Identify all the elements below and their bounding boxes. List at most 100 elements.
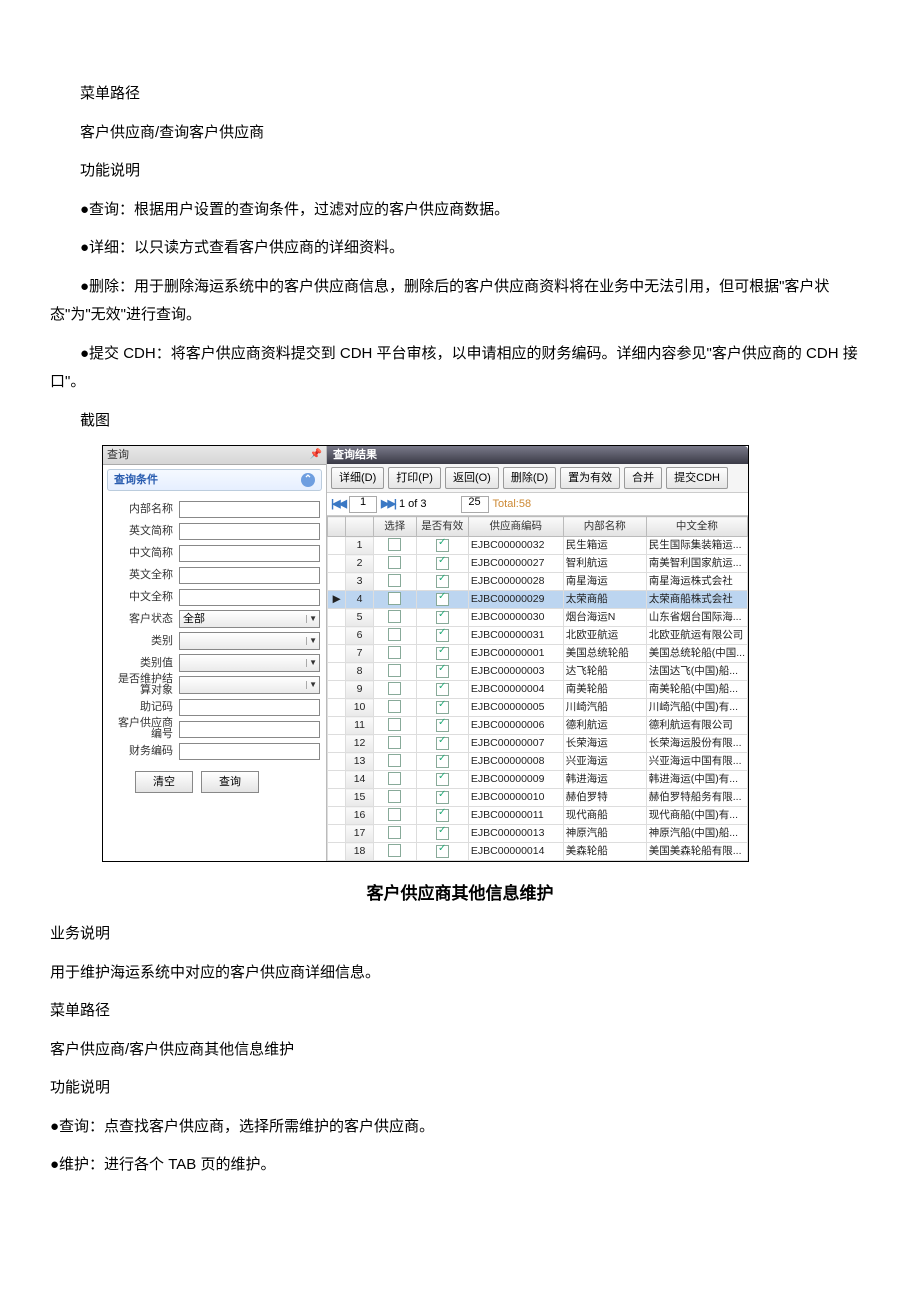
col-code: 供应商编码 xyxy=(468,517,563,537)
row-check[interactable] xyxy=(388,574,401,587)
row-valid-check[interactable] xyxy=(436,665,449,678)
table-row[interactable]: 2EJBC00000027智利航运南美智利国家航运... xyxy=(328,555,748,573)
page-size-input[interactable]: 25 xyxy=(461,496,489,513)
en-full-input[interactable] xyxy=(179,567,320,584)
row-check[interactable] xyxy=(388,718,401,731)
row-valid-check[interactable] xyxy=(436,539,449,552)
page-input[interactable]: 1 xyxy=(349,496,377,513)
table-row[interactable]: 16EJBC00000011现代商船现代商船(中国)有... xyxy=(328,807,748,825)
cust-status-select[interactable]: 全部▼ xyxy=(179,610,320,628)
chevron-down-icon: ▼ xyxy=(306,637,317,645)
subheading: 客户供应商其他信息维护 xyxy=(50,878,870,910)
row-valid-check[interactable] xyxy=(436,791,449,804)
detail-button[interactable]: 详细(D) xyxy=(331,467,384,489)
row-check[interactable] xyxy=(388,682,401,695)
table-row[interactable]: 17EJBC00000013神原汽船神原汽船(中国)船... xyxy=(328,825,748,843)
section-title-label: 查询条件 xyxy=(114,475,158,486)
table-row[interactable]: 14EJBC00000009韩进海运韩进海运(中国)有... xyxy=(328,771,748,789)
app-screenshot: 查询 📌 查询条件 ⌃ 内部名称 英文简称 中文简称 英文全称 中文全称 客户状… xyxy=(102,445,749,862)
row-check[interactable] xyxy=(388,826,401,839)
search-button[interactable]: 查询 xyxy=(201,771,259,793)
maintain-settle-select[interactable]: ▼ xyxy=(179,676,320,694)
row-valid-check[interactable] xyxy=(436,701,449,714)
row-valid-check[interactable] xyxy=(436,755,449,768)
row-check[interactable] xyxy=(388,808,401,821)
en-abbr-input[interactable] xyxy=(179,523,320,540)
row-valid-check[interactable] xyxy=(436,647,449,660)
row-check[interactable] xyxy=(388,556,401,569)
row-check[interactable] xyxy=(388,628,401,641)
table-row[interactable]: 6EJBC00000031北欧亚航运北欧亚航运有限公司 xyxy=(328,627,748,645)
row-valid-check[interactable] xyxy=(436,593,449,606)
row-valid-check[interactable] xyxy=(436,809,449,822)
cn-abbr-input[interactable] xyxy=(179,545,320,562)
row-valid-check[interactable] xyxy=(436,557,449,570)
table-row[interactable]: 18EJBC00000014美森轮船美国美森轮船有限... xyxy=(328,843,748,861)
cat-value-select[interactable]: ▼ xyxy=(179,654,320,672)
total-label: Total:58 xyxy=(493,499,532,510)
chevron-down-icon: ▼ xyxy=(306,659,317,667)
row-valid-check[interactable] xyxy=(436,827,449,840)
row-valid-check[interactable] xyxy=(436,629,449,642)
row-check[interactable] xyxy=(388,700,401,713)
table-row[interactable]: ▶4EJBC00000029太荣商船太荣商船株式会社 xyxy=(328,591,748,609)
row-check[interactable] xyxy=(388,754,401,767)
row-valid-check[interactable] xyxy=(436,575,449,588)
table-row[interactable]: 12EJBC00000007长荣海运长荣海运股份有限... xyxy=(328,735,748,753)
table-row[interactable]: 13EJBC00000008兴亚海运兴亚海运中国有限... xyxy=(328,753,748,771)
row-valid-check[interactable] xyxy=(436,845,449,858)
finance-code-input[interactable] xyxy=(179,743,320,760)
back-button[interactable]: 返回(O) xyxy=(445,467,499,489)
status-value: 全部 xyxy=(183,614,205,625)
row-valid-check[interactable] xyxy=(436,773,449,786)
row-check[interactable] xyxy=(388,592,401,605)
collapse-icon: ⌃ xyxy=(301,473,315,487)
label-cust-status: 客户状态 xyxy=(109,614,179,625)
table-row[interactable]: 9EJBC00000004南美轮船南美轮船(中国)船... xyxy=(328,681,748,699)
row-valid-check[interactable] xyxy=(436,611,449,624)
first-page-icon[interactable]: |◀◀ xyxy=(331,499,345,510)
print-button[interactable]: 打印(P) xyxy=(388,467,441,489)
table-row[interactable]: 10EJBC00000005川崎汽船川崎汽船(中国)有... xyxy=(328,699,748,717)
row-check[interactable] xyxy=(388,772,401,785)
cn-full-input[interactable] xyxy=(179,589,320,606)
col-full: 中文全称 xyxy=(646,517,747,537)
mnemonic-input[interactable] xyxy=(179,699,320,716)
row-check[interactable] xyxy=(388,610,401,623)
table-row[interactable]: 5EJBC00000030烟台海运N山东省烟台国际海... xyxy=(328,609,748,627)
row-valid-check[interactable] xyxy=(436,737,449,750)
clear-button[interactable]: 清空 xyxy=(135,771,193,793)
table-row[interactable]: 15EJBC00000010赫伯罗特赫伯罗特船务有限... xyxy=(328,789,748,807)
table-row[interactable]: 3EJBC00000028南星海运南星海运株式会社 xyxy=(328,573,748,591)
page-of: 1 of 3 xyxy=(399,499,427,510)
table-row[interactable]: 7EJBC00000001美国总统轮船美国总统轮船(中国... xyxy=(328,645,748,663)
label-mnemonic: 助记码 xyxy=(109,702,179,713)
pager: |◀◀ 1 ▶▶| 1 of 3 25 Total:58 xyxy=(327,493,748,516)
category-select[interactable]: ▼ xyxy=(179,632,320,650)
table-row[interactable]: 8EJBC00000003达飞轮船法国达飞(中国)船... xyxy=(328,663,748,681)
query-conditions-header[interactable]: 查询条件 ⌃ xyxy=(107,469,322,491)
table-row[interactable]: 1EJBC00000032民生箱运民生国际集装箱运... xyxy=(328,537,748,555)
row-check[interactable] xyxy=(388,790,401,803)
supplier-code-input[interactable] xyxy=(179,721,320,738)
row-check[interactable] xyxy=(388,538,401,551)
row-valid-check[interactable] xyxy=(436,683,449,696)
biz-label: 业务说明 xyxy=(50,920,870,949)
row-check[interactable] xyxy=(388,844,401,857)
label-cn-full: 中文全称 xyxy=(109,592,179,603)
row-valid-check[interactable] xyxy=(436,719,449,732)
submit-cdh-button[interactable]: 提交CDH xyxy=(666,467,728,489)
result-grid: 选择 是否有效 供应商编码 内部名称 中文全称 1EJBC00000032民生箱… xyxy=(327,516,748,861)
delete-button[interactable]: 删除(D) xyxy=(503,467,556,489)
merge-button[interactable]: 合并 xyxy=(624,467,662,489)
row-check[interactable] xyxy=(388,664,401,677)
set-valid-button[interactable]: 置为有效 xyxy=(560,467,620,489)
inner-name-input[interactable] xyxy=(179,501,320,518)
label-inner-name: 内部名称 xyxy=(109,504,179,515)
row-check[interactable] xyxy=(388,646,401,659)
pin-icon[interactable]: 📌 xyxy=(310,450,322,460)
table-row[interactable]: 11EJBC00000006德利航运德利航运有限公司 xyxy=(328,717,748,735)
function-label-2: 功能说明 xyxy=(50,1074,870,1103)
row-check[interactable] xyxy=(388,736,401,749)
next-page-icon[interactable]: ▶▶| xyxy=(381,499,395,510)
